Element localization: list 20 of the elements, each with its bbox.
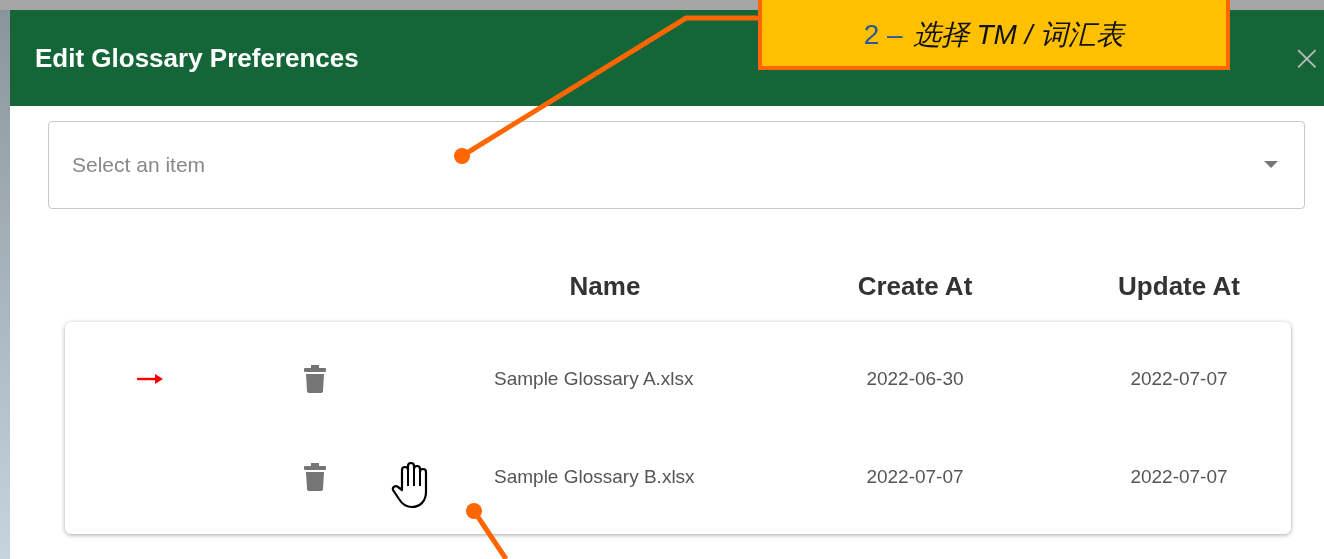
table-cell-text: 2022-07-07 — [865, 466, 965, 488]
column-header: Name — [569, 270, 641, 302]
caret-icon — [1264, 161, 1278, 169]
callout-text: 选择 TM / 词汇表 — [912, 18, 1125, 52]
trash-icon[interactable] — [304, 365, 326, 393]
table-cell-text: Sample Glossary B.xlsx — [493, 466, 696, 488]
column-header: Update At — [1117, 270, 1241, 302]
column-header: Create At — [856, 270, 974, 302]
leader-line — [466, 503, 509, 559]
trash-icon[interactable] — [304, 463, 326, 491]
close-button[interactable]: × — [1291, 40, 1322, 76]
select-field[interactable]: Select an item — [48, 121, 1305, 209]
dialog-title: Edit Glossary Preferences — [35, 42, 359, 74]
table-cell-text: Sample Glossary A.xlsx — [493, 368, 695, 390]
select-placeholder: Select an item — [72, 153, 206, 177]
table-cell-text: 2022-07-07 — [1129, 466, 1229, 488]
table-cell-text: 2022-07-07 — [1129, 368, 1229, 390]
hand-cursor-icon — [390, 460, 430, 510]
table-cell-text: 2022-06-30 — [865, 368, 965, 390]
callout-number: 2 – — [863, 19, 903, 51]
